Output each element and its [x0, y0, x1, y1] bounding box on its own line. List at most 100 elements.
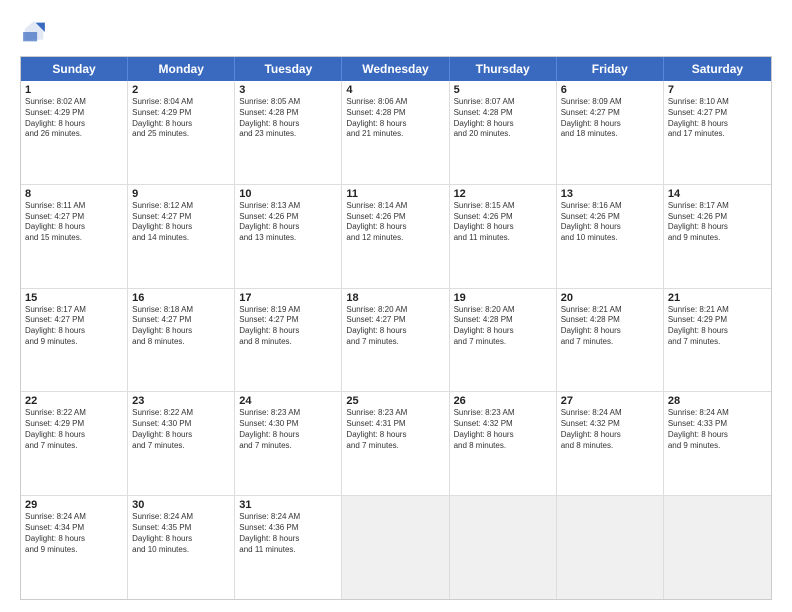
calendar-cell [450, 496, 557, 599]
day-number: 1 [25, 84, 123, 96]
calendar-header: SundayMondayTuesdayWednesdayThursdayFrid… [21, 57, 771, 81]
weekday-header: Saturday [664, 57, 771, 81]
day-info: Sunrise: 8:18 AM Sunset: 4:27 PM Dayligh… [132, 305, 230, 348]
calendar-cell: 19Sunrise: 8:20 AM Sunset: 4:28 PM Dayli… [450, 289, 557, 392]
logo [20, 18, 52, 46]
day-info: Sunrise: 8:15 AM Sunset: 4:26 PM Dayligh… [454, 201, 552, 244]
calendar-cell: 28Sunrise: 8:24 AM Sunset: 4:33 PM Dayli… [664, 392, 771, 495]
day-info: Sunrise: 8:11 AM Sunset: 4:27 PM Dayligh… [25, 201, 123, 244]
day-info: Sunrise: 8:09 AM Sunset: 4:27 PM Dayligh… [561, 97, 659, 140]
day-number: 8 [25, 188, 123, 200]
day-number: 22 [25, 395, 123, 407]
day-info: Sunrise: 8:10 AM Sunset: 4:27 PM Dayligh… [668, 97, 767, 140]
day-number: 18 [346, 292, 444, 304]
calendar-cell [342, 496, 449, 599]
day-number: 10 [239, 188, 337, 200]
calendar-row: 1Sunrise: 8:02 AM Sunset: 4:29 PM Daylig… [21, 81, 771, 185]
day-info: Sunrise: 8:02 AM Sunset: 4:29 PM Dayligh… [25, 97, 123, 140]
day-number: 29 [25, 499, 123, 511]
calendar-cell: 6Sunrise: 8:09 AM Sunset: 4:27 PM Daylig… [557, 81, 664, 184]
day-info: Sunrise: 8:20 AM Sunset: 4:28 PM Dayligh… [454, 305, 552, 348]
weekday-header: Sunday [21, 57, 128, 81]
calendar-cell: 21Sunrise: 8:21 AM Sunset: 4:29 PM Dayli… [664, 289, 771, 392]
day-info: Sunrise: 8:24 AM Sunset: 4:33 PM Dayligh… [668, 408, 767, 451]
weekday-header: Wednesday [342, 57, 449, 81]
day-number: 5 [454, 84, 552, 96]
day-info: Sunrise: 8:04 AM Sunset: 4:29 PM Dayligh… [132, 97, 230, 140]
calendar-cell: 26Sunrise: 8:23 AM Sunset: 4:32 PM Dayli… [450, 392, 557, 495]
day-info: Sunrise: 8:24 AM Sunset: 4:36 PM Dayligh… [239, 512, 337, 555]
weekday-header: Friday [557, 57, 664, 81]
day-info: Sunrise: 8:22 AM Sunset: 4:30 PM Dayligh… [132, 408, 230, 451]
calendar-cell: 31Sunrise: 8:24 AM Sunset: 4:36 PM Dayli… [235, 496, 342, 599]
day-info: Sunrise: 8:21 AM Sunset: 4:28 PM Dayligh… [561, 305, 659, 348]
day-number: 21 [668, 292, 767, 304]
day-number: 15 [25, 292, 123, 304]
day-number: 30 [132, 499, 230, 511]
calendar-cell: 9Sunrise: 8:12 AM Sunset: 4:27 PM Daylig… [128, 185, 235, 288]
day-number: 27 [561, 395, 659, 407]
weekday-header: Thursday [450, 57, 557, 81]
calendar-cell: 2Sunrise: 8:04 AM Sunset: 4:29 PM Daylig… [128, 81, 235, 184]
day-number: 31 [239, 499, 337, 511]
calendar-cell: 23Sunrise: 8:22 AM Sunset: 4:30 PM Dayli… [128, 392, 235, 495]
day-number: 2 [132, 84, 230, 96]
day-info: Sunrise: 8:17 AM Sunset: 4:27 PM Dayligh… [25, 305, 123, 348]
day-info: Sunrise: 8:24 AM Sunset: 4:35 PM Dayligh… [132, 512, 230, 555]
page: SundayMondayTuesdayWednesdayThursdayFrid… [0, 0, 792, 612]
calendar-cell: 30Sunrise: 8:24 AM Sunset: 4:35 PM Dayli… [128, 496, 235, 599]
day-number: 17 [239, 292, 337, 304]
day-info: Sunrise: 8:20 AM Sunset: 4:27 PM Dayligh… [346, 305, 444, 348]
day-number: 11 [346, 188, 444, 200]
calendar-row: 22Sunrise: 8:22 AM Sunset: 4:29 PM Dayli… [21, 392, 771, 496]
day-info: Sunrise: 8:17 AM Sunset: 4:26 PM Dayligh… [668, 201, 767, 244]
calendar-cell: 18Sunrise: 8:20 AM Sunset: 4:27 PM Dayli… [342, 289, 449, 392]
day-info: Sunrise: 8:13 AM Sunset: 4:26 PM Dayligh… [239, 201, 337, 244]
calendar-cell: 16Sunrise: 8:18 AM Sunset: 4:27 PM Dayli… [128, 289, 235, 392]
day-info: Sunrise: 8:21 AM Sunset: 4:29 PM Dayligh… [668, 305, 767, 348]
calendar-cell: 17Sunrise: 8:19 AM Sunset: 4:27 PM Dayli… [235, 289, 342, 392]
weekday-header: Monday [128, 57, 235, 81]
calendar-cell: 22Sunrise: 8:22 AM Sunset: 4:29 PM Dayli… [21, 392, 128, 495]
day-number: 3 [239, 84, 337, 96]
calendar-row: 15Sunrise: 8:17 AM Sunset: 4:27 PM Dayli… [21, 289, 771, 393]
day-number: 4 [346, 84, 444, 96]
calendar-cell: 7Sunrise: 8:10 AM Sunset: 4:27 PM Daylig… [664, 81, 771, 184]
calendar-cell: 27Sunrise: 8:24 AM Sunset: 4:32 PM Dayli… [557, 392, 664, 495]
day-info: Sunrise: 8:23 AM Sunset: 4:32 PM Dayligh… [454, 408, 552, 451]
day-number: 16 [132, 292, 230, 304]
day-number: 9 [132, 188, 230, 200]
calendar-cell: 5Sunrise: 8:07 AM Sunset: 4:28 PM Daylig… [450, 81, 557, 184]
day-info: Sunrise: 8:06 AM Sunset: 4:28 PM Dayligh… [346, 97, 444, 140]
header [20, 18, 772, 46]
day-info: Sunrise: 8:16 AM Sunset: 4:26 PM Dayligh… [561, 201, 659, 244]
calendar-cell: 10Sunrise: 8:13 AM Sunset: 4:26 PM Dayli… [235, 185, 342, 288]
day-number: 13 [561, 188, 659, 200]
calendar-cell: 20Sunrise: 8:21 AM Sunset: 4:28 PM Dayli… [557, 289, 664, 392]
calendar-cell: 3Sunrise: 8:05 AM Sunset: 4:28 PM Daylig… [235, 81, 342, 184]
day-number: 12 [454, 188, 552, 200]
day-number: 24 [239, 395, 337, 407]
day-info: Sunrise: 8:14 AM Sunset: 4:26 PM Dayligh… [346, 201, 444, 244]
day-info: Sunrise: 8:23 AM Sunset: 4:30 PM Dayligh… [239, 408, 337, 451]
day-number: 7 [668, 84, 767, 96]
day-info: Sunrise: 8:12 AM Sunset: 4:27 PM Dayligh… [132, 201, 230, 244]
calendar-cell [557, 496, 664, 599]
calendar-cell: 1Sunrise: 8:02 AM Sunset: 4:29 PM Daylig… [21, 81, 128, 184]
day-info: Sunrise: 8:05 AM Sunset: 4:28 PM Dayligh… [239, 97, 337, 140]
day-info: Sunrise: 8:19 AM Sunset: 4:27 PM Dayligh… [239, 305, 337, 348]
calendar-cell: 12Sunrise: 8:15 AM Sunset: 4:26 PM Dayli… [450, 185, 557, 288]
calendar-cell: 29Sunrise: 8:24 AM Sunset: 4:34 PM Dayli… [21, 496, 128, 599]
day-number: 14 [668, 188, 767, 200]
weekday-header: Tuesday [235, 57, 342, 81]
calendar-cell [664, 496, 771, 599]
calendar-row: 29Sunrise: 8:24 AM Sunset: 4:34 PM Dayli… [21, 496, 771, 599]
calendar-cell: 11Sunrise: 8:14 AM Sunset: 4:26 PM Dayli… [342, 185, 449, 288]
day-number: 26 [454, 395, 552, 407]
calendar-cell: 14Sunrise: 8:17 AM Sunset: 4:26 PM Dayli… [664, 185, 771, 288]
day-info: Sunrise: 8:23 AM Sunset: 4:31 PM Dayligh… [346, 408, 444, 451]
day-number: 23 [132, 395, 230, 407]
day-number: 25 [346, 395, 444, 407]
day-info: Sunrise: 8:22 AM Sunset: 4:29 PM Dayligh… [25, 408, 123, 451]
calendar: SundayMondayTuesdayWednesdayThursdayFrid… [20, 56, 772, 600]
